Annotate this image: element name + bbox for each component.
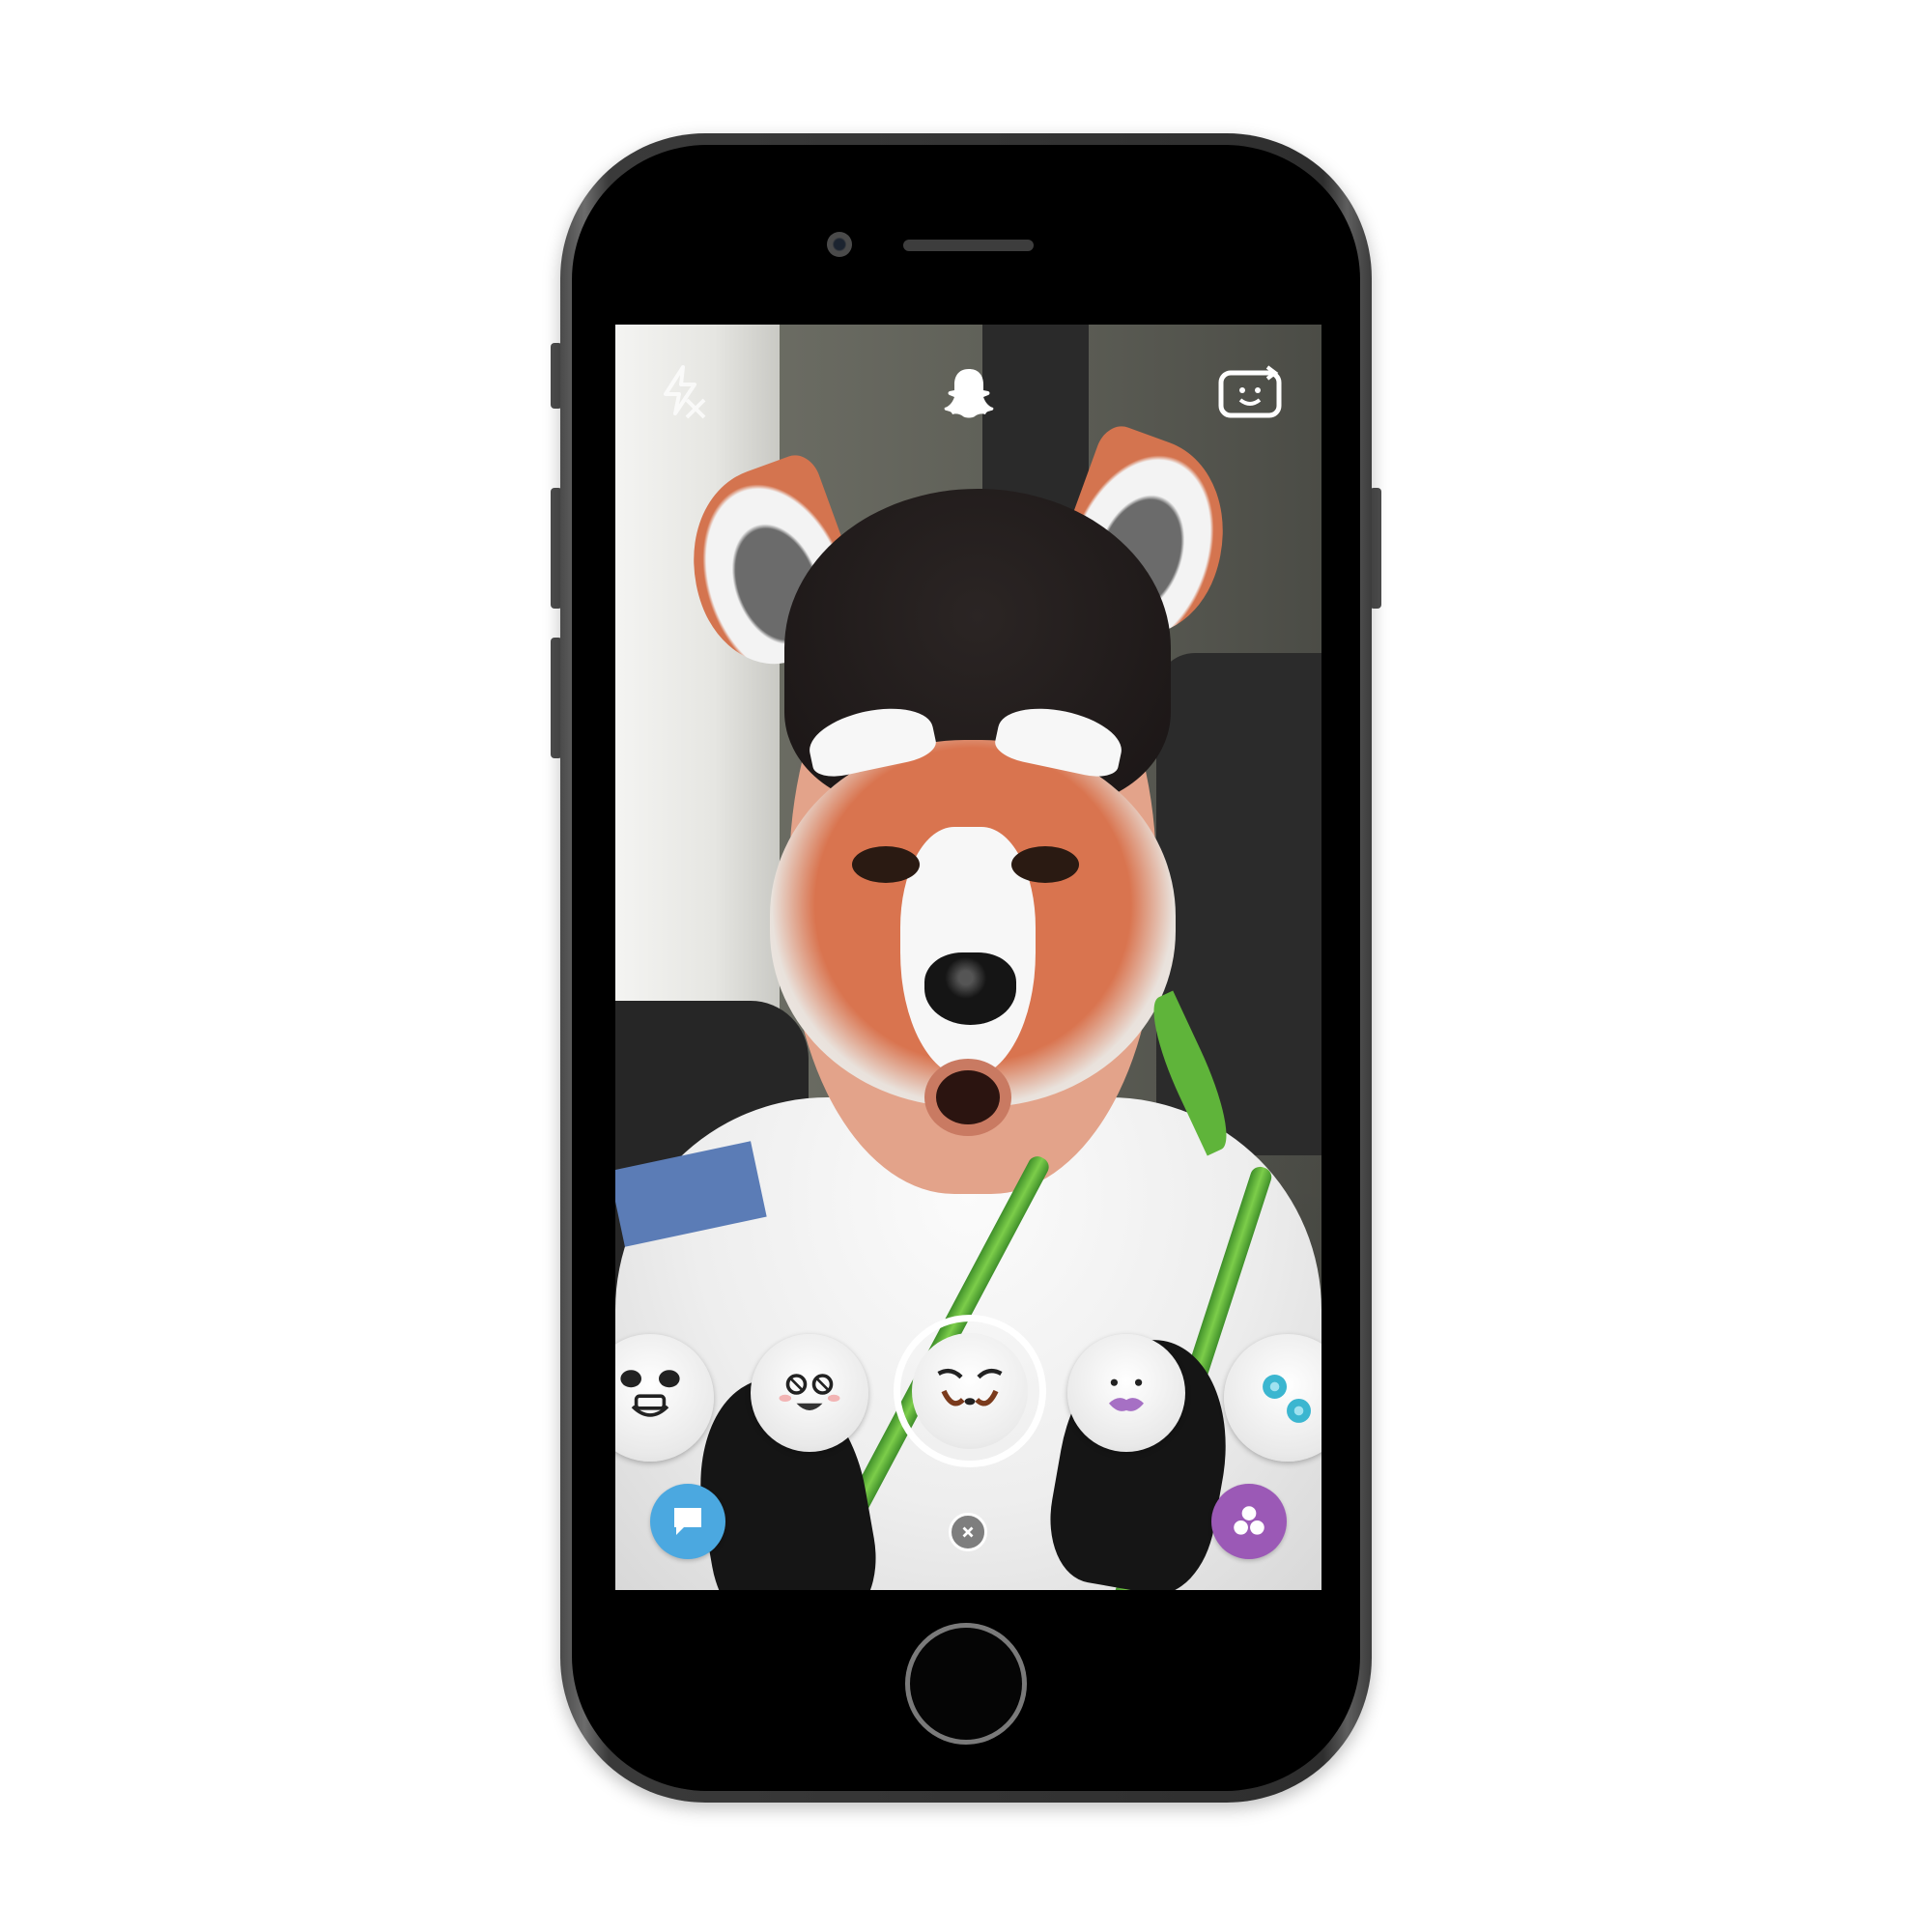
lens-dizzy-face[interactable] [751,1334,868,1452]
stories-icon [1234,1506,1264,1535]
stage [0,0,1932,1932]
open-mouth [924,1059,1011,1136]
close-icon [962,1526,974,1538]
lens-red-panda-selected[interactable] [894,1315,1046,1467]
home-button[interactable] [905,1623,1027,1745]
camera-viewfinder[interactable] [615,325,1321,1590]
close-lens-button[interactable] [949,1513,987,1551]
camera-flip-icon[interactable] [1215,363,1285,421]
black-nose [924,952,1016,1025]
left-eye [852,846,920,883]
chat-button[interactable] [650,1484,725,1559]
flash-off-icon[interactable] [652,361,710,419]
earpiece-speaker [903,240,1034,251]
snapchat-ghost-icon[interactable] [942,365,996,419]
red-panda-lens-icon [937,1368,1003,1406]
lens-lips-face[interactable] [1067,1334,1185,1452]
lips-face-lens-icon [1109,1378,1144,1411]
panda-face-lens-icon [620,1370,680,1417]
dizzy-face-lens-icon [779,1374,840,1410]
blue-flowers-lens-icon [1263,1375,1311,1423]
front-camera-lens [827,232,852,257]
right-eye [1011,846,1079,883]
chat-icon [674,1508,701,1535]
stories-button[interactable] [1211,1484,1287,1559]
selected-lens-preview [912,1333,1028,1449]
